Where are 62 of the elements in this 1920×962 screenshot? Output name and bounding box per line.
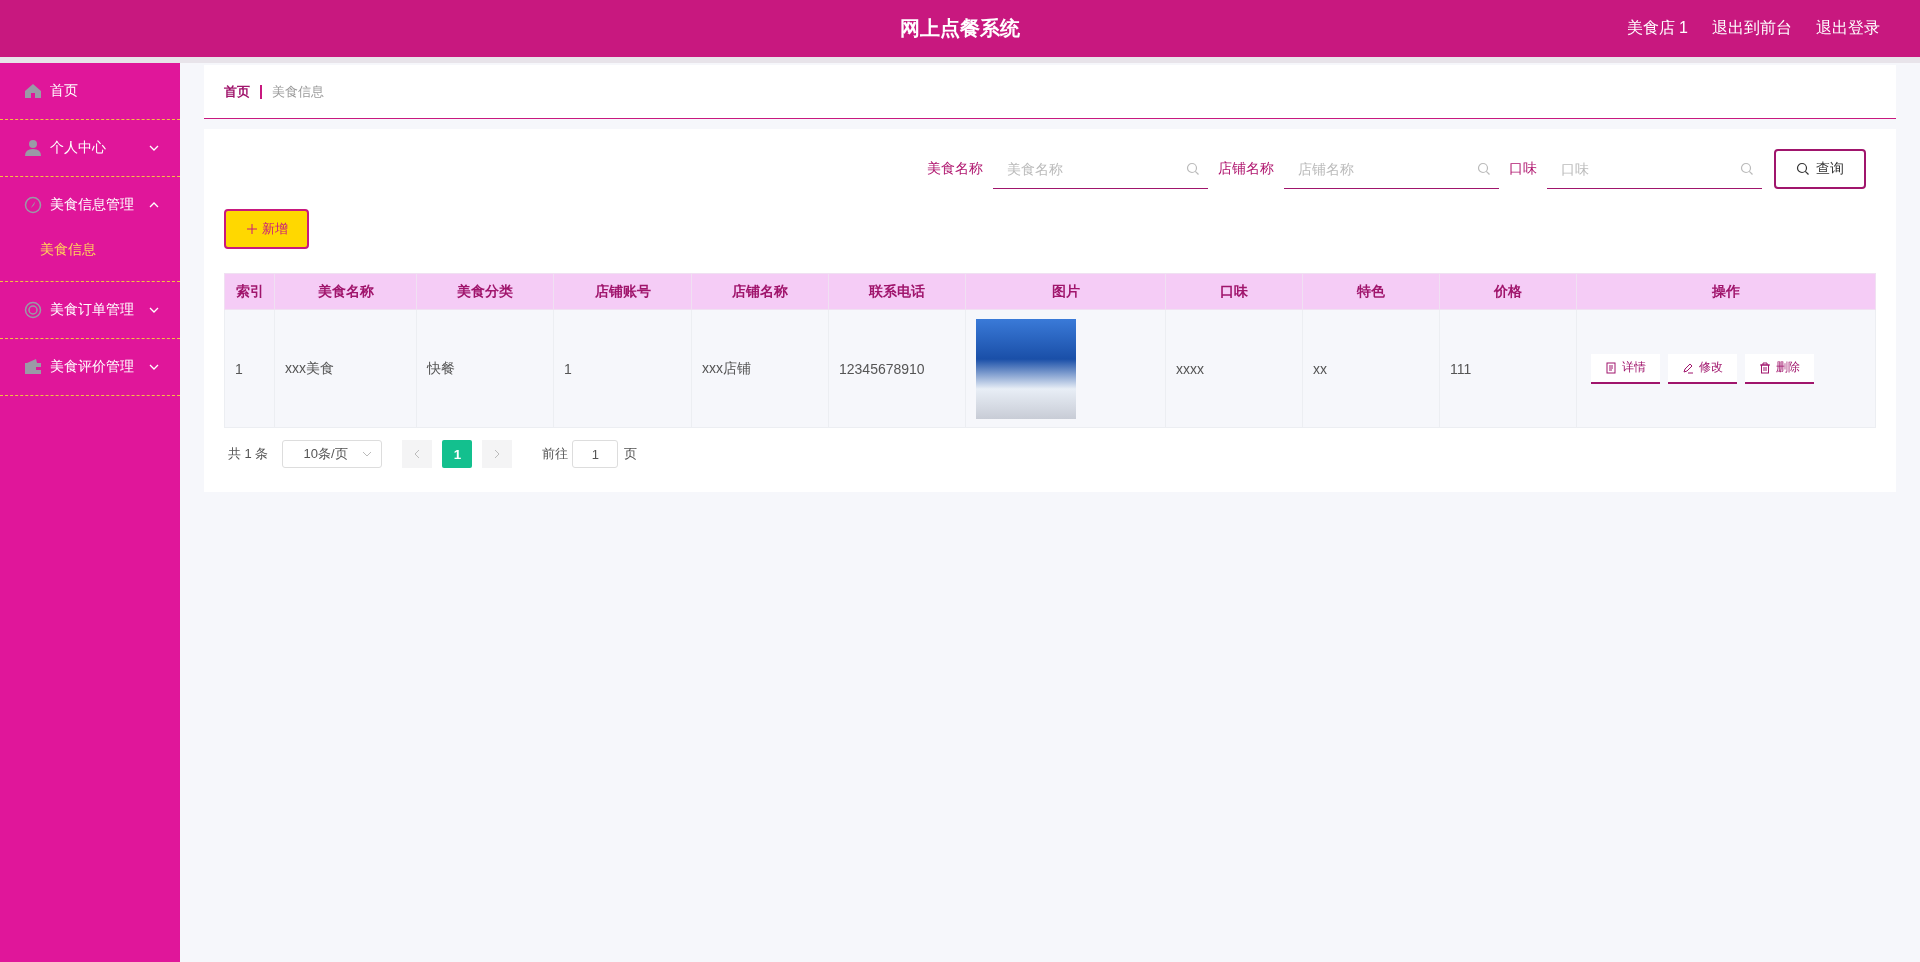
home-icon — [24, 82, 42, 100]
goto-label: 前往 — [542, 445, 569, 463]
header-link[interactable]: 退出登录 — [1816, 18, 1880, 39]
table-cell: 12345678910 — [839, 360, 925, 377]
field-label: 美食名称 — [927, 160, 983, 178]
sidebar-item[interactable]: 首页 — [0, 63, 180, 119]
pencil-icon — [1682, 361, 1694, 374]
next-page-button[interactable] — [482, 440, 513, 468]
search-field[interactable]: 美食名称 — [993, 149, 1208, 189]
column-header: 联系电话 — [828, 273, 966, 310]
column-header: 美食名称 — [274, 273, 417, 310]
person-icon — [24, 139, 42, 157]
breadcrumb-item[interactable]: 首页 — [224, 82, 250, 101]
search-button[interactable]: 查询 — [1774, 149, 1866, 189]
compass-icon — [24, 196, 42, 214]
table-cell: xxxx — [1176, 360, 1204, 377]
app-title: 网上点餐系统 — [900, 16, 1020, 41]
search-field[interactable]: 店铺名称 — [1284, 149, 1499, 189]
field-label: 口味 — [1509, 160, 1537, 178]
field-label: 店铺名称 — [1218, 160, 1274, 178]
table-cell: 快餐 — [427, 359, 455, 376]
total-count: 共 1 条 — [228, 445, 269, 463]
column-header: 价格 — [1439, 273, 1577, 310]
plus-icon — [245, 223, 258, 235]
table-cell: 1 — [564, 360, 572, 377]
action-button[interactable]: 详情 — [1591, 353, 1660, 384]
table-cell: 111 — [1450, 360, 1472, 377]
page-suffix: 页 — [624, 445, 638, 463]
search-icon — [1796, 162, 1810, 176]
column-header: 操作 — [1576, 273, 1876, 310]
sidebar-item[interactable]: 美食订单管理 — [0, 282, 180, 338]
column-header: 店铺账号 — [553, 273, 692, 310]
column-header: 特色 — [1302, 273, 1440, 310]
header-link[interactable]: 退出到前台 — [1712, 18, 1792, 39]
column-header: 索引 — [224, 273, 275, 310]
document-icon — [1605, 361, 1617, 374]
previous-page-button[interactable] — [402, 440, 433, 468]
column-header: 店铺名称 — [691, 273, 829, 310]
action-button[interactable]: 修改 — [1668, 353, 1737, 384]
trash-icon — [1759, 361, 1771, 374]
table-cell: xxx店铺 — [702, 359, 751, 376]
sidebar-item[interactable]: 个人中心 — [0, 120, 180, 176]
column-header: 口味 — [1165, 273, 1303, 310]
search-icon — [1740, 162, 1754, 176]
sidebar-item[interactable]: 美食评价管理 — [0, 339, 180, 395]
action-button[interactable]: 删除 — [1745, 353, 1814, 384]
page-number-field[interactable]: 1 — [572, 440, 619, 468]
ring-icon — [24, 301, 42, 319]
sidebar-item[interactable]: 美食信息管理 — [0, 177, 180, 233]
breadcrumb-item: 美食信息 — [272, 82, 324, 101]
table-cell: 1 — [235, 360, 243, 377]
column-header: 图片 — [965, 273, 1166, 310]
search-icon — [1186, 162, 1200, 176]
sidebar-subitem[interactable]: 美食信息 — [40, 233, 180, 267]
page-size-select[interactable]: 10条/页 — [282, 440, 383, 468]
table-cell: xx — [1313, 360, 1327, 377]
header-link[interactable]: 美食店 1 — [1626, 18, 1688, 39]
add-button[interactable]: 新增 — [224, 209, 309, 249]
column-header: 美食分类 — [416, 273, 554, 310]
search-icon — [1477, 162, 1491, 176]
table-cell: xxx美食 — [285, 359, 334, 376]
wallet-icon — [24, 358, 42, 376]
